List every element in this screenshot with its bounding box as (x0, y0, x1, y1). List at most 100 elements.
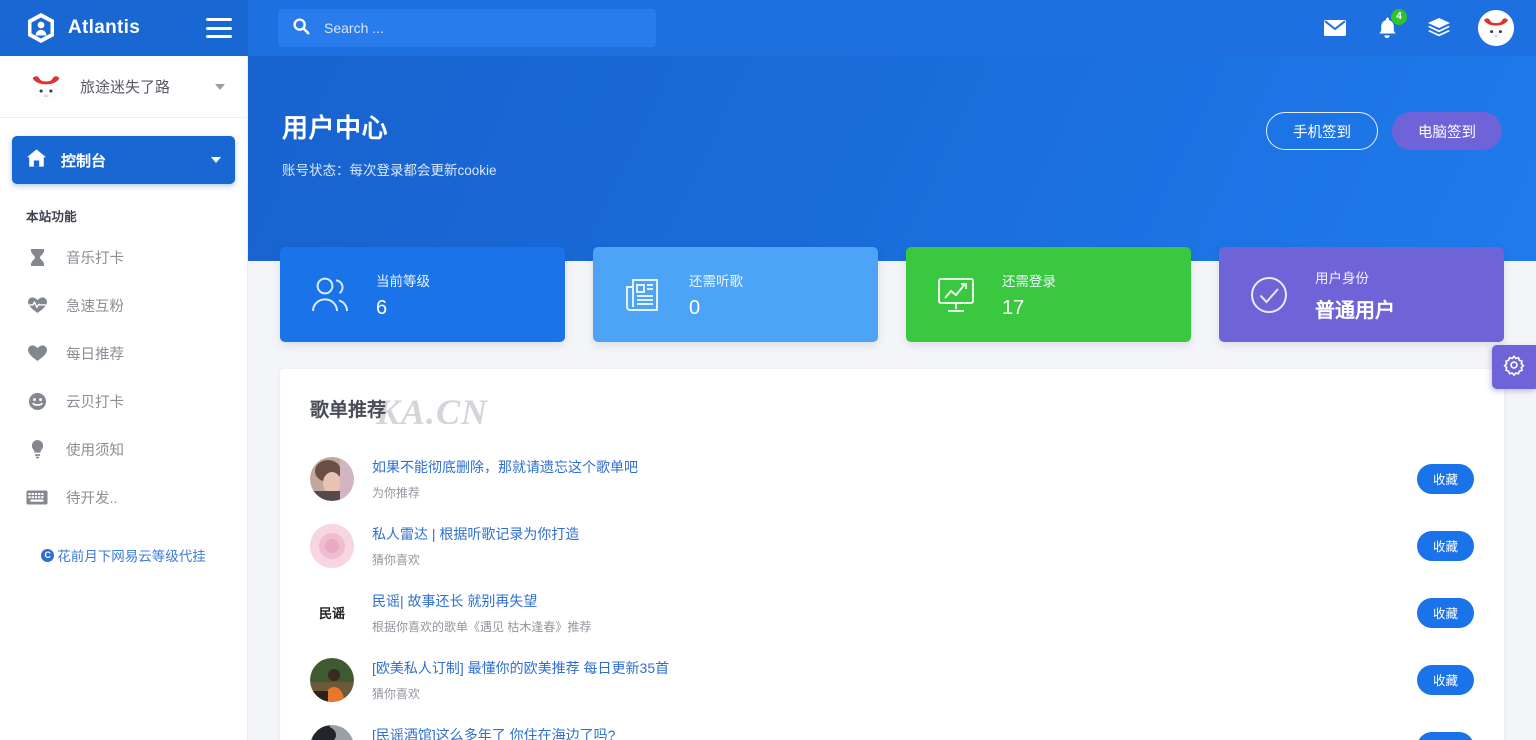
layers-icon[interactable] (1426, 15, 1452, 41)
sidebar-item-label: 每日推荐 (66, 343, 124, 364)
sidebar-footer-link-anchor[interactable]: C 花前月下网易云等级代挂 (41, 545, 206, 565)
user-avatar[interactable] (1478, 10, 1514, 46)
list-item[interactable]: 民谣 民谣| 故事还长 就别再失望 根据你喜欢的歌单《遇见 枯木逢春》推荐 收藏 (310, 579, 1474, 646)
notification-badge: 4 (1391, 9, 1407, 25)
check-circle-icon (1245, 274, 1293, 316)
playlist-title[interactable]: [欧美私人订制] 最懂你的欧美推荐 每日更新35首 (372, 658, 1399, 678)
list-item[interactable]: [欧美私人订制] 最懂你的欧美推荐 每日更新35首 猜你喜欢 收藏 (310, 646, 1474, 713)
stat-cards: 当前等级 6 还需听歌 0 (280, 247, 1504, 342)
newspaper-icon (619, 274, 667, 316)
top-bar: Atlantis 4 (0, 0, 1536, 56)
pc-checkin-button[interactable]: 电脑签到 (1392, 112, 1502, 150)
playlist-subtitle: 根据你喜欢的歌单《遇见 枯木逢春》推荐 (372, 618, 1399, 635)
text-avatar-minyao: 民谣 (310, 591, 354, 635)
users-icon (306, 275, 354, 315)
playlist-subtitle: 猜你喜欢 (372, 685, 1399, 702)
sidebar-user-name: 旅途迷失了路 (80, 76, 201, 97)
stat-card-title: 当前等级 (376, 270, 430, 290)
page-banner: 用户中心 账号状态：每次登录都会更新cookie 手机签到 电脑签到 (248, 56, 1536, 261)
favorite-button[interactable]: 收藏 (1417, 464, 1474, 494)
favorite-button[interactable]: 收藏 (1417, 732, 1474, 740)
sidebar-section-title: 本站功能 (0, 184, 247, 233)
playlist-panel: KA.CN 歌单推荐 如果不能彻底删除，那就请遗忘这个歌单吧 为你推荐 收藏 (280, 369, 1504, 740)
smile-icon (26, 392, 48, 411)
sidebar-item-yunbei-checkin[interactable]: 云贝打卡 (0, 377, 247, 425)
sidebar-item-label: 云贝打卡 (66, 391, 124, 412)
hexagon-user-logo (26, 12, 56, 44)
sidebar-item-label: 急速互粉 (66, 295, 124, 316)
home-icon (26, 148, 47, 173)
favorite-button[interactable]: 收藏 (1417, 531, 1474, 561)
search-icon (292, 17, 310, 40)
chart-monitor-icon (932, 275, 980, 315)
chevron-down-icon[interactable] (211, 157, 221, 163)
mobile-checkin-button[interactable]: 手机签到 (1266, 112, 1378, 150)
account-status-text: 账号状态：每次登录都会更新cookie (282, 159, 1492, 179)
sidebar-footer-link-label: 花前月下网易云等级代挂 (57, 545, 206, 565)
hourglass-icon (26, 248, 48, 267)
sidebar-item-label: 音乐打卡 (66, 247, 124, 268)
sidebar-item-usage-notes[interactable]: 使用须知 (0, 425, 247, 473)
sidebar-item-music-checkin[interactable]: 音乐打卡 (0, 233, 247, 281)
top-nav-actions: 4 (1322, 10, 1514, 46)
chevron-down-icon[interactable] (215, 84, 225, 90)
deer-avatar (26, 67, 66, 107)
playlist-list: 如果不能彻底删除，那就请遗忘这个歌单吧 为你推荐 收藏 私人雷达 | 根据听歌记… (310, 445, 1474, 740)
photo-avatar-portrait (310, 457, 354, 501)
main-content: 用户中心 账号状态：每次登录都会更新cookie 手机签到 电脑签到 当前等级 … (248, 56, 1536, 740)
playlist-subtitle: 猜你喜欢 (372, 551, 1399, 568)
playlist-title[interactable]: [民谣酒馆]这么多年了 你住在海边了吗? (372, 725, 1399, 740)
list-item[interactable]: 私人雷达 | 根据听歌记录为你打造 猜你喜欢 收藏 (310, 512, 1474, 579)
playlist-title[interactable]: 私人雷达 | 根据听歌记录为你打造 (372, 524, 1399, 544)
app-root: Atlantis 4 (0, 0, 1536, 740)
sidebar-item-daily-recommend[interactable]: 每日推荐 (0, 329, 247, 377)
panel-title: 歌单推荐 (310, 400, 386, 421)
search-box[interactable] (278, 9, 656, 47)
heart-icon (26, 344, 48, 362)
brand-area: Atlantis (0, 0, 248, 56)
envelope-icon[interactable] (1322, 15, 1348, 41)
stat-card-title: 还需听歌 (689, 270, 743, 290)
sidebar-item-console-label: 控制台 (61, 150, 197, 171)
favorite-button[interactable]: 收藏 (1417, 665, 1474, 695)
gear-icon (1503, 354, 1525, 381)
keyboard-icon (26, 490, 48, 505)
stat-card-user-identity[interactable]: 用户身份 普通用户 (1219, 247, 1504, 342)
settings-fab[interactable] (1492, 345, 1536, 389)
sidebar-item-console[interactable]: 控制台 (12, 136, 235, 184)
stat-card-value: 17 (1002, 297, 1056, 320)
list-item[interactable]: [民谣酒馆]这么多年了 你住在海边了吗? 根据你喜欢的歌单《遇见 枯木逢春》推荐… (310, 713, 1474, 740)
search-input[interactable] (324, 20, 642, 36)
sidebar-item-label: 待开发.. (66, 487, 118, 508)
stat-card-remaining-logins[interactable]: 还需登录 17 (906, 247, 1191, 342)
hamburger-menu-icon[interactable] (206, 18, 232, 38)
stat-card-title: 用户身份 (1315, 267, 1395, 287)
banner-actions: 手机签到 电脑签到 (1266, 112, 1502, 150)
sidebar-user[interactable]: 旅途迷失了路 (0, 56, 247, 118)
stat-card-value: 6 (376, 297, 430, 320)
playlist-title[interactable]: 如果不能彻底删除，那就请遗忘这个歌单吧 (372, 457, 1399, 477)
heartbeat-icon (26, 296, 48, 314)
brand-name: Atlantis (68, 17, 194, 39)
stat-card-value: 普通用户 (1315, 294, 1395, 323)
stat-card-title: 还需登录 (1002, 270, 1056, 290)
sidebar-footer-link: C 花前月下网易云等级代挂 (0, 521, 247, 565)
playlist-subtitle: 为你推荐 (372, 484, 1399, 501)
sidebar-item-label: 使用须知 (66, 439, 124, 460)
panel-header: KA.CN 歌单推荐 (310, 395, 1474, 441)
stat-card-value: 0 (689, 297, 743, 320)
sidebar-item-fast-follow[interactable]: 急速互粉 (0, 281, 247, 329)
radar-pink-avatar (310, 524, 354, 568)
lightbulb-icon (26, 439, 48, 459)
playlist-title[interactable]: 民谣| 故事还长 就别再失望 (372, 591, 1399, 611)
photo-avatar-bw (310, 725, 354, 740)
sidebar-item-todo[interactable]: 待开发.. (0, 473, 247, 521)
stat-card-remaining-songs[interactable]: 还需听歌 0 (593, 247, 878, 342)
top-nav: 4 (248, 0, 1536, 56)
photo-avatar-orange (310, 658, 354, 702)
watermark-text: KA.CN (376, 391, 488, 433)
favorite-button[interactable]: 收藏 (1417, 598, 1474, 628)
list-item[interactable]: 如果不能彻底删除，那就请遗忘这个歌单吧 为你推荐 收藏 (310, 445, 1474, 512)
bell-icon[interactable]: 4 (1374, 15, 1400, 41)
stat-card-current-level[interactable]: 当前等级 6 (280, 247, 565, 342)
